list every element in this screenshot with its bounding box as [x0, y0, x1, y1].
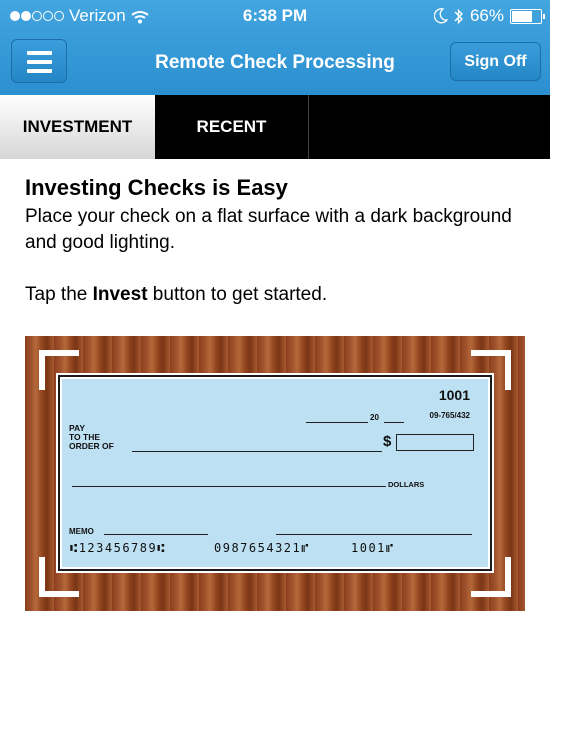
battery-percent: 66% [469, 6, 504, 25]
check-number: 1001 [438, 387, 470, 403]
invest-keyword: Invest [92, 284, 148, 305]
bluetooth-icon [454, 8, 463, 24]
battery-icon [510, 8, 545, 24]
section-heading: Investing Checks is Easy [25, 175, 288, 200]
moon-icon [433, 8, 448, 24]
tab-investment[interactable]: INVESTMENT [0, 95, 155, 159]
amount-box [396, 434, 474, 451]
sample-check: 1001 09-765/432 20 PAY TO THE ORDER OF $… [60, 377, 490, 569]
dollar-sign: $ [383, 433, 392, 450]
dollars-label: DOLLARS [388, 480, 425, 489]
tab-recent[interactable]: RECENT [155, 95, 309, 159]
app-header: Verizon 6:38 PM 66% Remote Check Process… [0, 0, 550, 95]
micr-routing: ⑆123456789⑆ [70, 541, 166, 555]
check-sample-image: 1001 09-765/432 20 PAY TO THE ORDER OF $… [25, 336, 525, 611]
sign-off-button[interactable]: Sign Off [450, 42, 541, 81]
micr-account: 0987654321⑈ [214, 541, 310, 555]
instructions-text: Place your check on a flat surface with … [25, 206, 512, 253]
status-bar: Verizon 6:38 PM 66% [0, 0, 550, 30]
tab-bar: INVESTMENT RECENT [0, 95, 550, 159]
routing-fraction: 09-765/432 [429, 411, 470, 420]
pay-to-label: PAY TO THE ORDER OF [69, 423, 114, 451]
date-year-prefix: 20 [370, 413, 379, 422]
tap-instruction: Tap the Invest button to get started. [25, 284, 328, 305]
memo-label: MEMO [69, 527, 94, 536]
micr-check-number: 1001⑈ [351, 541, 395, 555]
nav-bar: Remote Check Processing Sign Off [0, 35, 550, 91]
